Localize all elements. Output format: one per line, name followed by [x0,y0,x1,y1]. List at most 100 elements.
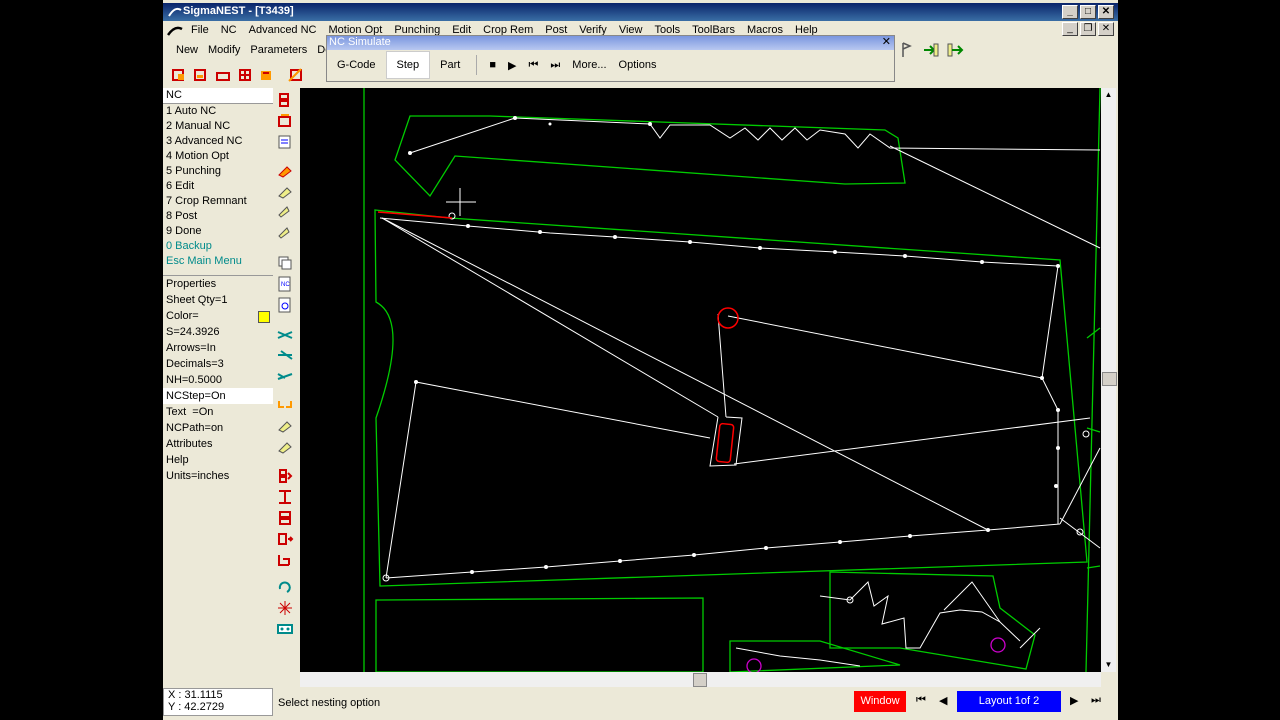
next-layout-icon[interactable]: ▶ [1070,694,1078,707]
prop-color[interactable]: Color= [163,308,273,324]
nc-lead-icon[interactable] [257,65,277,85]
edit-path-icon[interactable] [275,437,295,457]
nc-auto-icon[interactable] [287,65,307,85]
color-swatch[interactable] [258,311,270,323]
more-button[interactable]: More... [566,59,612,71]
options-button[interactable]: Options [613,59,663,71]
join-icon[interactable] [275,366,295,386]
step-back-icon[interactable]: ⏮ [522,59,544,72]
mdi-restore-button[interactable]: ❐ [1080,22,1096,36]
menu-file[interactable]: File [185,24,215,36]
nc-menu-motion-opt[interactable]: 4 Motion Opt [163,149,273,164]
nc-cut-icon[interactable] [213,65,233,85]
prop-ncstep[interactable]: NCStep=On [163,388,273,404]
menu-help[interactable]: Help [789,24,824,36]
menu-verify[interactable]: Verify [573,24,613,36]
lead-out-icon[interactable] [275,203,295,223]
prop-sheet-qty[interactable]: Sheet Qty=1 [163,292,273,308]
close-button[interactable]: ✕ [1098,5,1114,19]
nc-menu-crop-remnant[interactable]: 7 Crop Remnant [163,194,273,209]
modify-button[interactable]: Modify [203,44,245,56]
menu-motion-opt[interactable]: Motion Opt [323,24,389,36]
nc-menu-edit[interactable]: 6 Edit [163,179,273,194]
edit-lead-icon[interactable] [275,416,295,436]
nc-simulate-close-icon[interactable]: ✕ [882,35,891,48]
app-menu-icon[interactable] [167,24,183,36]
menu-macros[interactable]: Macros [741,24,789,36]
stop-icon[interactable]: ■ [483,59,502,71]
arrows-icon[interactable] [275,345,295,365]
scroll-down-icon[interactable]: ▼ [1101,658,1116,672]
arrow-in-icon[interactable] [921,40,941,60]
nest-canvas[interactable] [300,87,1101,674]
menu-toolbars[interactable]: ToolBars [686,24,741,36]
maximize-button[interactable]: □ [1080,5,1096,19]
menu-punching[interactable]: Punching [388,24,446,36]
nc-menu-manual-nc[interactable]: 2 Manual NC [163,119,273,134]
lead-in-icon[interactable] [275,182,295,202]
mdi-minimize-button[interactable]: _ [1062,22,1078,36]
prop-help[interactable]: Help [163,452,273,468]
arrow-out-icon[interactable] [945,40,965,60]
menu-post[interactable]: Post [539,24,573,36]
prev-layout-icon[interactable]: ◀ [939,694,947,707]
nc-search-icon[interactable] [275,295,295,315]
explode-icon[interactable] [275,598,295,618]
step-icon[interactable] [275,550,295,570]
last-layout-icon[interactable]: ⏭ [1091,694,1101,707]
layout-indicator[interactable]: Layout 1of 2 [957,691,1061,712]
nc-menu-backup[interactable]: 0 Backup [163,239,273,254]
scroll-up-icon[interactable]: ▲ [1101,88,1116,102]
nc-sheet-icon[interactable] [191,65,211,85]
vertical-scrollbar[interactable]: ▲ ▼ [1101,88,1117,672]
nc-menu-advanced-nc[interactable]: 3 Advanced NC [163,134,273,149]
window-button[interactable]: Window [854,691,906,712]
nc-menu-punching[interactable]: 5 Punching [163,164,273,179]
cut-part-icon[interactable] [275,161,295,181]
h-beam-icon[interactable] [275,487,295,507]
menu-crop-rem[interactable]: Crop Rem [477,24,539,36]
bracket-icon[interactable] [275,395,295,415]
scroll-thumb[interactable] [1102,372,1117,386]
properties-icon[interactable] [275,132,295,152]
reorder-icon[interactable] [275,508,295,528]
tab-step[interactable]: Step [385,51,431,79]
first-layout-icon[interactable]: ⏮ [916,694,926,707]
mdi-close-button[interactable]: ✕ [1098,22,1114,36]
prop-text[interactable]: Text =On [163,404,273,420]
all-parts-icon[interactable] [275,224,295,244]
nc-part-icon[interactable] [169,65,189,85]
prop-arrows[interactable]: Arrows=In [163,340,273,356]
minimize-button[interactable]: _ [1062,5,1078,19]
new-button[interactable]: New [171,44,203,56]
sequence-icon[interactable] [275,466,295,486]
menu-tools[interactable]: Tools [648,24,686,36]
horizontal-scrollbar[interactable] [300,672,1101,687]
part-list-icon[interactable] [275,111,295,131]
prop-attributes[interactable]: Attributes [163,436,273,452]
tab-part[interactable]: Part [430,52,470,78]
menu-nc[interactable]: NC [215,24,243,36]
menu-view[interactable]: View [613,24,649,36]
prop-units[interactable]: Units=inches [163,468,273,484]
nc-menu-auto-nc[interactable]: 1 Auto NC [163,104,273,119]
flag-icon[interactable] [897,40,917,60]
nc-menu-done[interactable]: 9 Done [163,224,273,239]
nc-code-icon[interactable]: NC [275,274,295,294]
step-forward-icon[interactable]: ⏭ [544,59,566,72]
prop-s[interactable]: S=24.3926 [163,324,273,340]
move-right-icon[interactable] [275,529,295,549]
scissors-icon[interactable] [275,324,295,344]
nest-icon[interactable] [275,90,295,110]
prop-ncpath[interactable]: NCPath=on [163,420,273,436]
punch-icon[interactable] [275,619,295,639]
nc-menu-post[interactable]: 8 Post [163,209,273,224]
play-icon[interactable]: ▶ [502,59,522,72]
prop-decimals[interactable]: Decimals=3 [163,356,273,372]
tab-g-code[interactable]: G-Code [327,52,386,78]
nc-grid-icon[interactable] [235,65,255,85]
rotate-icon[interactable] [275,577,295,597]
prop-nh[interactable]: NH=0.5000 [163,372,273,388]
copy-icon[interactable] [275,253,295,273]
hscroll-thumb[interactable] [693,673,707,687]
